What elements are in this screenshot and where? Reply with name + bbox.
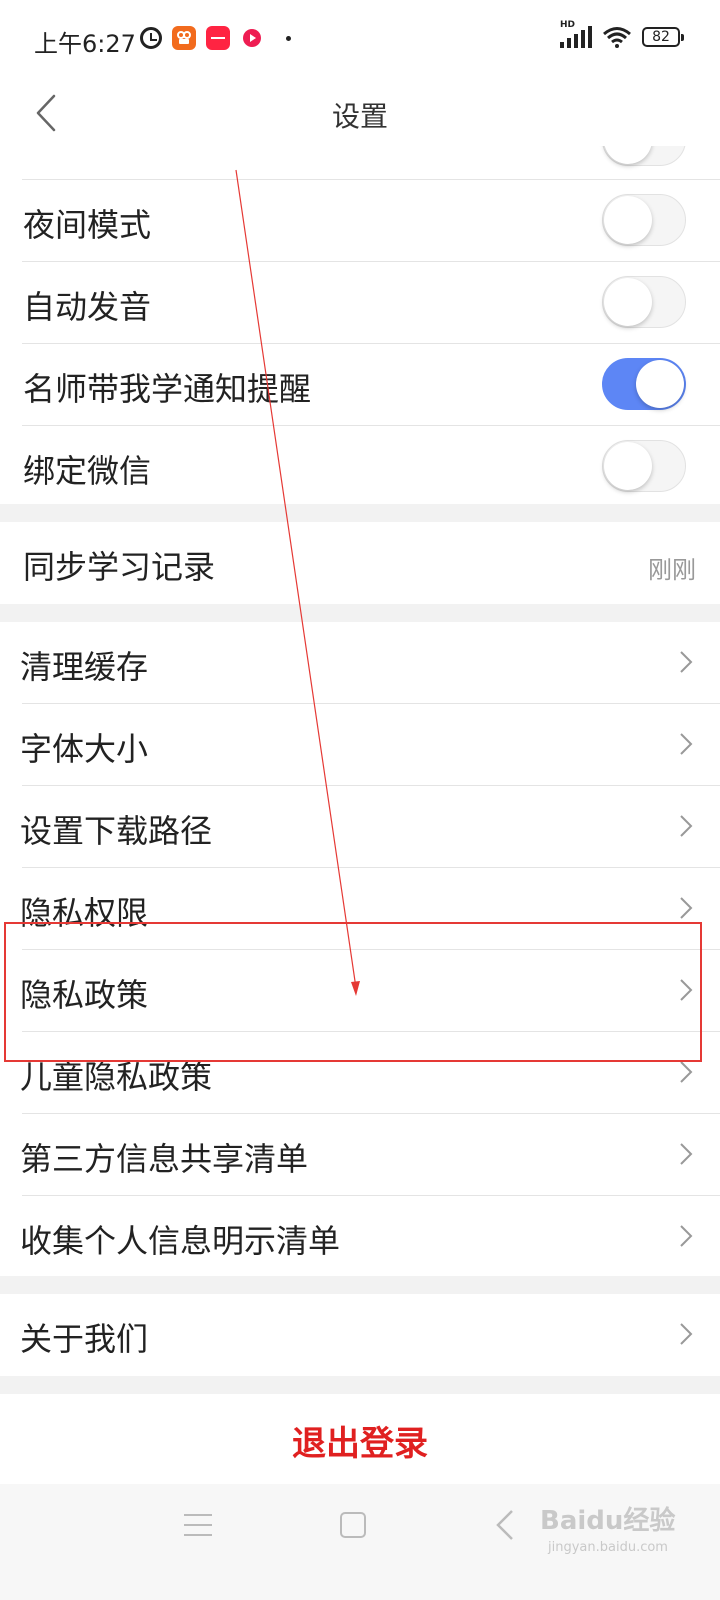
setting-row-sync-records[interactable]: 同步学习记录 刚刚: [0, 522, 720, 604]
setting-label: 绑定微信: [23, 452, 152, 490]
toggle-knob: [604, 442, 652, 490]
teacher-notification-toggle[interactable]: [602, 358, 686, 410]
setting-label: 自动发音: [23, 288, 152, 326]
chevron-right-icon: [680, 1061, 693, 1083]
app-header: 设置: [0, 80, 720, 146]
menu-item-download-path[interactable]: 设置下载路径: [0, 786, 720, 868]
wifi-icon: [602, 26, 632, 48]
menu-item-personal-info-collection[interactable]: 收集个人信息明示清单: [0, 1196, 720, 1278]
sync-status-value: 刚刚: [648, 556, 696, 584]
status-time: 上午6:27: [34, 30, 136, 58]
chevron-right-icon: [680, 651, 693, 673]
setting-label: 同步学习记录: [23, 548, 216, 586]
recent-apps-button[interactable]: [184, 1514, 212, 1536]
menu-label: 儿童隐私政策: [20, 1058, 213, 1096]
menu-label: 设置下载路径: [20, 812, 213, 850]
more-notifications-dot: [286, 35, 291, 41]
alarm-icon: [140, 27, 162, 49]
sync-section: 同步学习记录 刚刚: [0, 522, 720, 604]
xiaohongshu-icon: [206, 26, 230, 50]
chevron-right-icon: [680, 1323, 693, 1345]
auto-pronounce-toggle[interactable]: [602, 276, 686, 328]
toggle-knob: [604, 278, 652, 326]
nav-back-button[interactable]: [494, 1508, 516, 1542]
chevron-right-icon: [680, 1143, 693, 1165]
baidu-jingyan-watermark: Baidu经验: [540, 1506, 676, 1536]
menu-label: 字体大小: [20, 730, 149, 768]
menu-item-privacy-policy[interactable]: 隐私政策: [0, 950, 720, 1032]
menu-label: 关于我们: [20, 1320, 149, 1358]
menu-item-third-party-sharing[interactable]: 第三方信息共享清单: [0, 1114, 720, 1196]
signal-icon: HD: [560, 20, 592, 48]
toggle-settings-section: 夜间模式 自动发音 名师带我学通知提醒 绑定微信: [0, 180, 720, 504]
menu-label: 清理缓存: [20, 648, 149, 686]
menu-section: 清理缓存 字体大小 设置下载路径 隐私权限 隐私政策 儿童隐私政策 第三方信息共…: [0, 622, 720, 1276]
logout-button[interactable]: 退出登录: [0, 1416, 720, 1465]
chevron-right-icon: [680, 1225, 693, 1247]
hd-label: HD: [560, 20, 576, 30]
setting-row-teacher-notification[interactable]: 名师带我学通知提醒: [0, 344, 720, 426]
chevron-right-icon: [680, 733, 693, 755]
setting-row-bind-wechat[interactable]: 绑定微信: [0, 426, 720, 508]
toggle-knob: [604, 146, 652, 164]
kuaishou-icon: [172, 26, 196, 50]
scrolled-row-partial: [0, 146, 720, 180]
menu-item-font-size[interactable]: 字体大小: [0, 704, 720, 786]
chevron-right-icon: [680, 897, 693, 919]
partial-toggle[interactable]: [602, 146, 686, 166]
setting-label: 名师带我学通知提醒: [23, 370, 312, 408]
chevron-right-icon: [680, 979, 693, 1001]
menu-item-privacy-permissions[interactable]: 隐私权限: [0, 868, 720, 950]
page-title: 设置: [331, 100, 388, 133]
menu-item-children-privacy-policy[interactable]: 儿童隐私政策: [0, 1032, 720, 1114]
night-mode-toggle[interactable]: [602, 194, 686, 246]
battery-level: 82: [652, 29, 670, 45]
about-section: 关于我们: [0, 1294, 720, 1376]
video-app-icon: [240, 26, 264, 50]
menu-label: 隐私权限: [20, 894, 149, 932]
status-system-icons: HD 82: [560, 20, 684, 48]
menu-item-clear-cache[interactable]: 清理缓存: [0, 622, 720, 704]
menu-label: 收集个人信息明示清单: [20, 1222, 341, 1260]
menu-item-about-us[interactable]: 关于我们: [0, 1294, 720, 1376]
toggle-knob: [604, 196, 652, 244]
toggle-knob: [636, 360, 684, 408]
menu-label: 第三方信息共享清单: [20, 1140, 309, 1178]
watermark-url: jingyan.baidu.com: [548, 1540, 668, 1555]
home-button[interactable]: [340, 1512, 366, 1538]
system-nav-bar: Baidu经验 jingyan.baidu.com: [0, 1484, 720, 1600]
setting-label: 夜间模式: [23, 206, 152, 244]
status-notification-icons: [140, 26, 291, 50]
setting-row-auto-pronounce[interactable]: 自动发音: [0, 262, 720, 344]
setting-row-night-mode[interactable]: 夜间模式: [0, 180, 720, 262]
status-bar: 上午6:27 HD 82: [0, 0, 720, 80]
chevron-right-icon: [680, 815, 693, 837]
bind-wechat-toggle[interactable]: [602, 440, 686, 492]
logout-section: 退出登录: [0, 1394, 720, 1484]
battery-icon: 82: [642, 27, 684, 47]
menu-label: 隐私政策: [20, 976, 149, 1014]
